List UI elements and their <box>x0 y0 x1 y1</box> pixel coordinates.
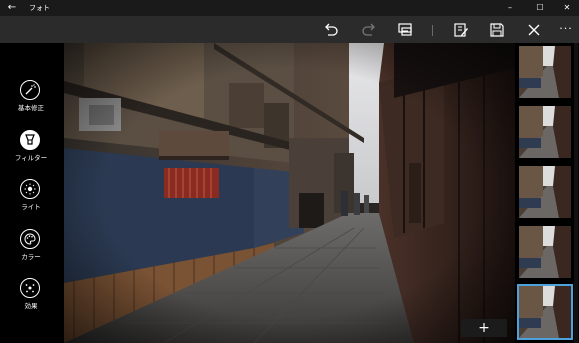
tools-panel: 基本修正 フィルター ライト カラー 効果 <box>0 43 64 343</box>
thumbnail-image <box>519 286 571 338</box>
arrow-left-icon: ← <box>7 2 17 13</box>
thumbnail-scrollbar[interactable] <box>574 43 578 343</box>
compare-button[interactable] <box>396 21 414 39</box>
window-title: フォト <box>29 4 50 12</box>
tool-basic[interactable]: 基本修正 <box>0 80 62 120</box>
thumbnail-image <box>519 46 571 98</box>
toolbar-separator <box>432 25 433 36</box>
wand-icon <box>20 80 40 100</box>
filter-icon <box>20 130 40 150</box>
undo-icon <box>325 23 338 36</box>
tool-filter[interactable]: フィルター <box>0 130 62 170</box>
close-window-button[interactable]: ✕ <box>553 0 579 16</box>
thumbnail-image <box>519 226 571 278</box>
more-button[interactable]: ··· <box>556 21 576 39</box>
save-button[interactable] <box>488 21 506 39</box>
close-icon <box>528 24 540 36</box>
tool-label: 効果 <box>24 302 38 310</box>
close-edit-button[interactable] <box>525 21 543 39</box>
tool-label: 基本修正 <box>18 104 44 112</box>
minimize-button[interactable]: – <box>496 0 524 16</box>
title-bar: ← フォト – ☐ ✕ <box>0 0 579 16</box>
compare-icon <box>398 23 412 36</box>
thumbnail-image <box>519 166 571 218</box>
back-button[interactable]: ← <box>5 1 19 15</box>
edit-icon <box>454 23 468 37</box>
filter-thumbnails <box>515 43 579 343</box>
tool-effects[interactable]: 効果 <box>0 278 62 318</box>
filter-thumbnail-selected[interactable] <box>517 284 573 340</box>
tool-label: ライト <box>21 203 41 211</box>
add-button[interactable]: + <box>461 319 507 337</box>
tool-label: カラー <box>21 253 41 261</box>
redo-button[interactable] <box>360 21 378 39</box>
thumbnail-image <box>519 106 571 158</box>
sun-icon <box>20 179 40 199</box>
redo-icon <box>362 23 375 36</box>
palette-icon <box>20 229 40 249</box>
command-bar: ··· <box>0 16 579 43</box>
filter-thumbnail[interactable] <box>519 106 571 158</box>
alley-photo <box>64 43 515 343</box>
undo-button[interactable] <box>322 21 340 39</box>
filter-thumbnail[interactable] <box>519 166 571 218</box>
photo-canvas[interactable] <box>64 43 515 343</box>
effects-icon <box>20 278 40 298</box>
edit-button[interactable] <box>452 21 470 39</box>
maximize-button[interactable]: ☐ <box>526 0 554 16</box>
save-icon <box>490 23 504 37</box>
filter-thumbnail[interactable] <box>519 46 571 98</box>
plus-icon: + <box>478 320 490 336</box>
filter-thumbnail[interactable] <box>519 226 571 278</box>
tool-label: フィルター <box>14 154 48 162</box>
tool-color[interactable]: カラー <box>0 229 62 269</box>
tool-light[interactable]: ライト <box>0 179 62 219</box>
